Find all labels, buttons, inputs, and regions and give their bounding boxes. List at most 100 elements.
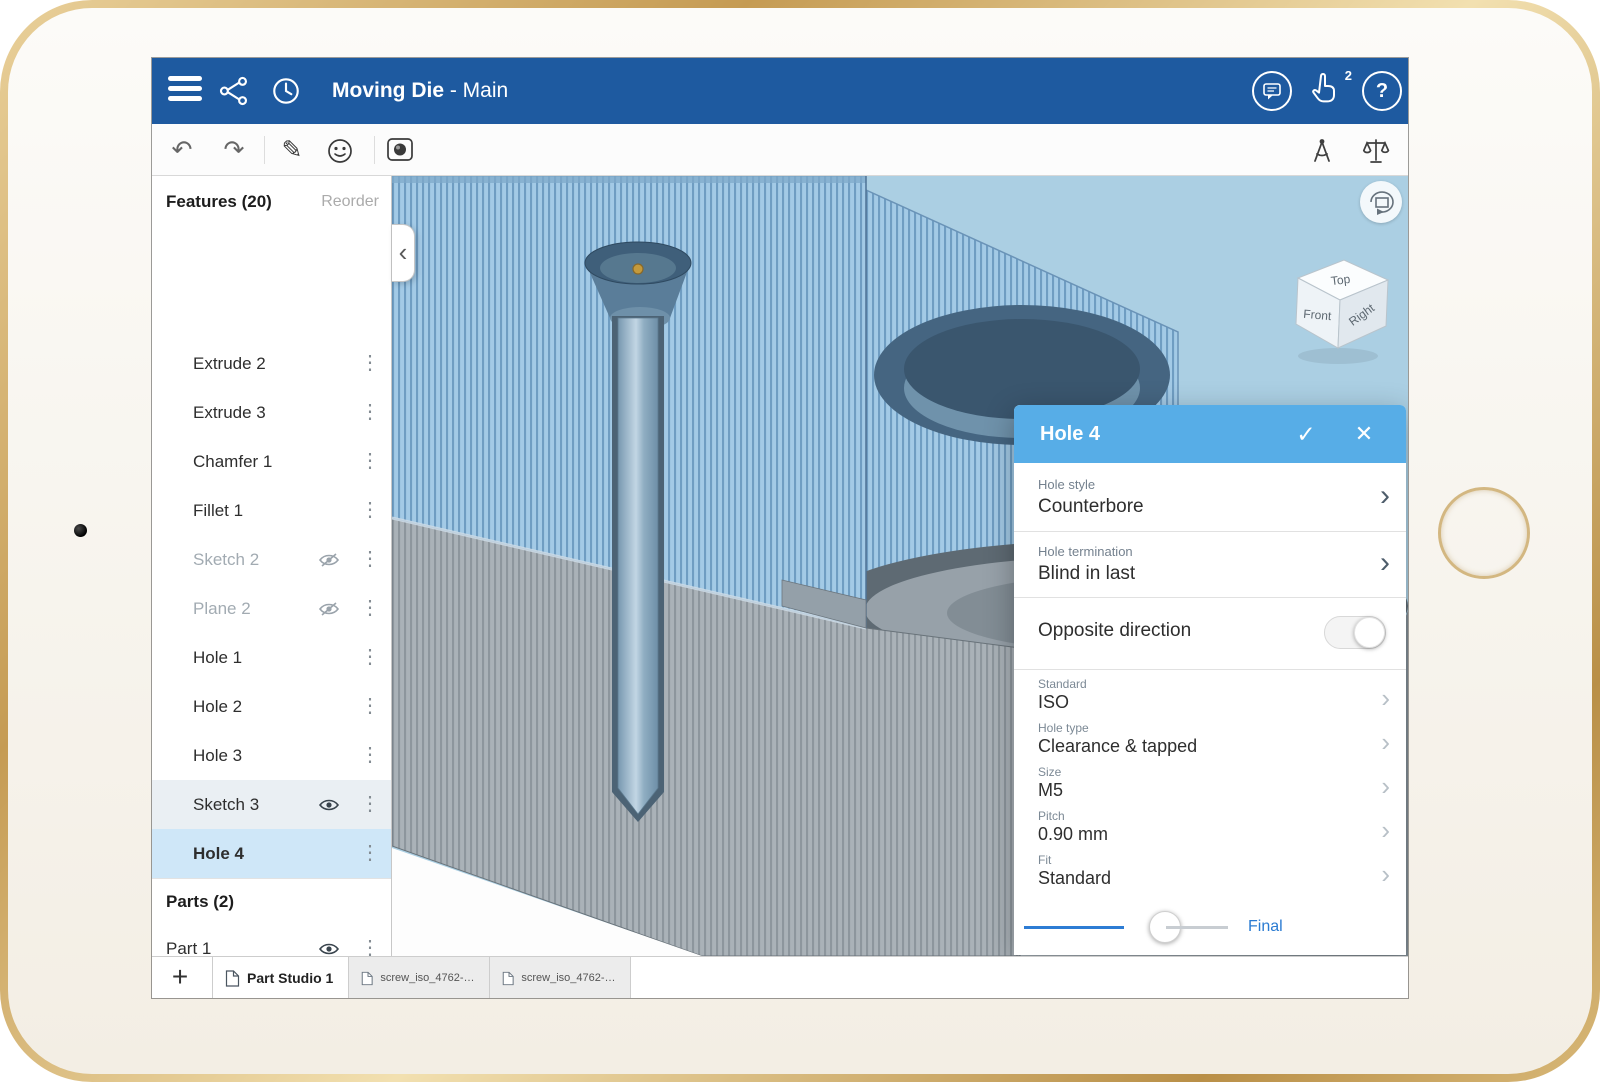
view-cube[interactable]: Top Front Right <box>1280 244 1404 368</box>
chevron-right-icon: › <box>1381 727 1390 758</box>
close-button[interactable]: ✕ <box>1342 405 1386 463</box>
kebab-menu-icon[interactable]: ⋮ <box>358 486 382 535</box>
appearance-face-button[interactable] <box>326 137 354 165</box>
dialog-title: Hole 4 <box>1040 405 1100 463</box>
hole-termination-row[interactable]: Hole termination Blind in last › <box>1014 532 1406 598</box>
kebab-menu-icon[interactable]: ⋮ <box>358 339 382 388</box>
tablet-frame: Moving Die - Main 2 ? ↶ ↷ <box>0 0 1600 1082</box>
document-icon <box>225 970 240 987</box>
toolbar: ↶ ↷ ✎ <box>152 124 1408 176</box>
add-tab-button[interactable]: + <box>152 957 208 998</box>
document-icon <box>502 971 514 986</box>
param-value: ISO <box>1038 692 1069 713</box>
eye-hidden-icon[interactable] <box>318 602 340 616</box>
hole-style-row[interactable]: Hole style Counterbore › <box>1014 463 1406 532</box>
parts-section-header: Parts (2) <box>152 878 391 924</box>
render-view-button[interactable] <box>386 137 414 163</box>
comments-button[interactable] <box>1252 71 1292 111</box>
features-panel: Features (20) Reorder Extrude 2 ⋮ Extrud… <box>152 176 392 956</box>
feature-row-extrude-3[interactable]: Extrude 3 ⋮ <box>152 388 391 437</box>
standard-param-row[interactable]: Standard ISO › <box>1014 675 1406 719</box>
question-mark-icon: ? <box>1376 80 1388 103</box>
undo-button[interactable]: ↶ <box>162 124 202 176</box>
sketch-pencil-button[interactable]: ✎ <box>272 124 312 176</box>
opposite-direction-toggle[interactable] <box>1324 616 1386 649</box>
confirm-button[interactable]: ✓ <box>1284 405 1328 463</box>
feature-label: Fillet 1 <box>193 486 243 535</box>
hole-termination-label: Hole termination <box>1038 544 1133 559</box>
kebab-menu-icon[interactable]: ⋮ <box>358 437 382 486</box>
help-button[interactable]: ? <box>1362 71 1402 111</box>
feature-label: Extrude 2 <box>193 339 266 388</box>
feature-row-sketch-2[interactable]: Sketch 2 ⋮ <box>152 535 391 584</box>
versions-branch-icon[interactable] <box>218 75 250 107</box>
kebab-menu-icon[interactable]: ⋮ <box>358 633 382 682</box>
size-param-row[interactable]: Size M5 › <box>1014 763 1406 807</box>
mate-connector-dot[interactable] <box>633 264 643 274</box>
dialog-header[interactable]: Hole 4 ✓ ✕ <box>1014 405 1406 463</box>
panel-collapse-button[interactable]: ‹ <box>392 224 415 282</box>
feature-row-hole-4[interactable]: Hole 4 ⋮ <box>152 829 391 878</box>
feature-row-hole-1[interactable]: Hole 1 ⋮ <box>152 633 391 682</box>
eye-hidden-icon[interactable] <box>318 553 340 567</box>
app-screen: Moving Die - Main 2 ? ↶ ↷ <box>152 58 1408 998</box>
hole-style-label: Hole style <box>1038 477 1095 492</box>
chevron-right-icon: › <box>1380 479 1390 513</box>
hamburger-menu-icon[interactable] <box>168 76 202 106</box>
param-label: Hole type <box>1038 721 1089 735</box>
pitch-param-row[interactable]: Pitch 0.90 mm › <box>1014 807 1406 851</box>
feature-label: Sketch 3 <box>193 780 259 829</box>
feature-label: Extrude 3 <box>193 388 266 437</box>
tab-part-studio-1[interactable]: Part Studio 1 <box>212 957 349 998</box>
hole-type-param-row[interactable]: Hole type Clearance & tapped › <box>1014 719 1406 763</box>
kebab-menu-icon[interactable]: ⋮ <box>358 682 382 731</box>
tablet-home-button[interactable] <box>1438 487 1530 579</box>
touch-gestures-button[interactable]: 2 <box>1310 72 1350 112</box>
rollback-slider-track-filled[interactable] <box>1024 926 1124 929</box>
feature-row-hole-2[interactable]: Hole 2 ⋮ <box>152 682 391 731</box>
top-bar: Moving Die - Main 2 ? <box>152 58 1408 124</box>
analysis-compass-button[interactable] <box>1308 137 1336 164</box>
param-value: Standard <box>1038 868 1111 889</box>
rollback-slider-track[interactable] <box>1166 926 1228 929</box>
pointing-hand-icon <box>1310 72 1340 108</box>
feature-row-hole-3[interactable]: Hole 3 ⋮ <box>152 731 391 780</box>
kebab-menu-icon[interactable]: ⋮ <box>358 535 382 584</box>
eye-visible-icon[interactable] <box>318 942 340 956</box>
eye-visible-icon[interactable] <box>318 798 340 812</box>
fit-param-row[interactable]: Fit Standard › <box>1014 851 1406 895</box>
chevron-right-icon: › <box>1381 683 1390 714</box>
param-label: Fit <box>1038 853 1051 867</box>
feature-label: Hole 1 <box>193 633 242 682</box>
hole-style-value: Counterbore <box>1038 496 1144 518</box>
kebab-menu-icon[interactable]: ⋮ <box>358 584 382 633</box>
mass-properties-balance-button[interactable] <box>1362 137 1390 165</box>
feature-row-extrude-2[interactable]: Extrude 2 ⋮ <box>152 339 391 388</box>
toggle-knob <box>1354 617 1385 648</box>
redo-button[interactable]: ↷ <box>214 124 254 176</box>
history-clock-icon[interactable] <box>270 75 302 107</box>
screw-shank[interactable] <box>618 318 658 814</box>
hole-termination-value: Blind in last <box>1038 563 1135 585</box>
kebab-menu-icon[interactable]: ⋮ <box>358 829 382 878</box>
feature-row-chamfer-1[interactable]: Chamfer 1 ⋮ <box>152 437 391 486</box>
chevron-right-icon: › <box>1381 815 1390 846</box>
kebab-menu-icon[interactable]: ⋮ <box>358 780 382 829</box>
dialog-footer: Final <box>1014 899 1406 955</box>
feature-row-fillet-1[interactable]: Fillet 1 ⋮ <box>152 486 391 535</box>
feature-label: Sketch 2 <box>193 535 259 584</box>
feature-label: Hole 4 <box>193 829 244 878</box>
reorder-button[interactable]: Reorder <box>321 182 379 222</box>
view-orientation-button[interactable] <box>1360 181 1402 223</box>
parts-section-title: Parts (2) <box>166 879 234 925</box>
kebab-menu-icon[interactable]: ⋮ <box>358 731 382 780</box>
tab-screw-document-1[interactable]: screw_iso_4762-m... <box>349 957 490 998</box>
feature-row-sketch-3[interactable]: Sketch 3 ⋮ <box>152 780 391 829</box>
feature-label: Hole 3 <box>193 731 242 780</box>
tab-screw-document-2[interactable]: screw_iso_4762-m... <box>490 957 631 998</box>
feature-row-plane-2[interactable]: Plane 2 ⋮ <box>152 584 391 633</box>
chevron-right-icon: › <box>1381 859 1390 890</box>
final-link[interactable]: Final <box>1248 918 1283 936</box>
tab-label: screw_iso_4762-m... <box>521 972 618 984</box>
kebab-menu-icon[interactable]: ⋮ <box>358 388 382 437</box>
